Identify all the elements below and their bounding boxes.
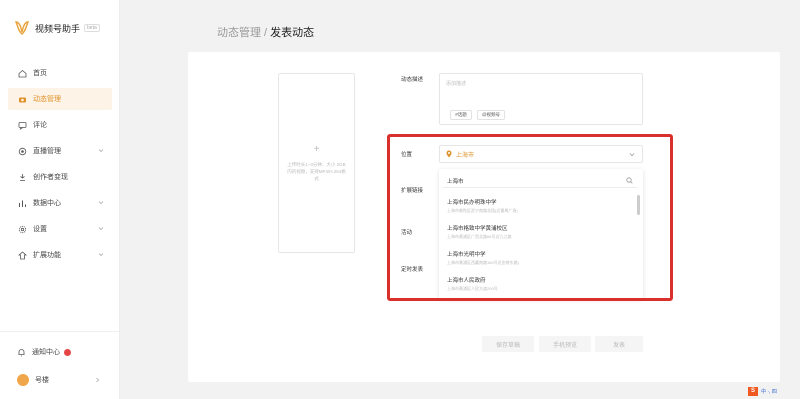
sidebar-item-label: 数据中心 — [33, 200, 61, 207]
plus-icon: + — [313, 144, 320, 155]
sidebar-nav: 首页 动态管理 评论 直播管理 创作者变现 数据中心 设置 扩展功能 — [8, 62, 112, 270]
save-draft-button[interactable]: 保存草稿 — [482, 336, 534, 352]
sidebar-bottom: 通知中心 号楼 — [8, 341, 112, 397]
sidebar-item-live[interactable]: 直播管理 — [8, 140, 112, 162]
extension-icon — [17, 250, 27, 260]
notification-badge — [64, 348, 71, 356]
gear-icon — [17, 224, 27, 234]
sidebar-item-settings[interactable]: 设置 — [8, 218, 112, 240]
breadcrumb-parent[interactable]: 动态管理 — [217, 27, 261, 39]
upload-hint: 上传时长1~3分钟、大小 2GB 内的视频，支持MP4/H.264格式 — [287, 162, 346, 181]
sidebar-item-data[interactable]: 数据中心 — [8, 192, 112, 214]
account-label: 号楼 — [35, 377, 49, 384]
publish-button[interactable]: 发表 — [595, 336, 643, 352]
app-logo[interactable]: 视频号助手 beta — [14, 21, 100, 35]
video-upload-area[interactable]: + 上传时长1~3分钟、大小 2GB 内的视频，支持MP4/H.264格式 — [278, 73, 355, 253]
topic-chip-button[interactable]: #话题 — [450, 110, 472, 120]
sidebar-item-label: 首页 — [33, 70, 47, 77]
app-title: 视频号助手 — [35, 23, 81, 34]
sidebar-item-label: 创作者变现 — [33, 174, 68, 181]
home-icon — [17, 68, 27, 78]
highlight-box — [387, 134, 673, 301]
sidebar-item-label: 动态管理 — [33, 96, 61, 103]
ime-indicator: S 中 ·, 四 — [748, 386, 777, 396]
sidebar-divider — [0, 331, 120, 332]
chevron-right-icon — [96, 377, 100, 383]
sidebar-item-label: 评论 — [33, 122, 47, 129]
sidebar-item-label: 设置 — [33, 226, 47, 233]
ime-status-text: 中 ·, 四 — [761, 388, 777, 395]
sidebar-item-home[interactable]: 首页 — [8, 62, 112, 84]
phone-preview-button[interactable]: 手机预览 — [539, 336, 591, 352]
mention-chip-button[interactable]: @视频号 — [477, 110, 505, 120]
sidebar-item-comments[interactable]: 评论 — [8, 114, 112, 136]
monetize-icon — [17, 172, 27, 182]
sidebar-item-extensions[interactable]: 扩展功能 — [8, 244, 112, 266]
bell-icon — [17, 348, 26, 357]
butterfly-logo-icon — [14, 21, 30, 35]
breadcrumb-separator: / — [261, 27, 271, 39]
live-icon — [17, 146, 27, 156]
beta-badge: beta — [84, 24, 100, 32]
avatar — [17, 374, 29, 386]
camera-icon — [17, 94, 27, 104]
chart-icon — [17, 198, 27, 208]
breadcrumb: 动态管理 / 发表动态 — [217, 24, 314, 40]
chevron-down-icon — [98, 227, 104, 231]
sidebar: 视频号助手 beta 首页 动态管理 评论 直播管理 创作者变现 数据中心 设置… — [0, 0, 120, 399]
notification-center[interactable]: 通知中心 — [8, 341, 112, 363]
sidebar-item-posts[interactable]: 动态管理 — [8, 88, 112, 110]
sidebar-item-monetize[interactable]: 创作者变现 — [8, 166, 112, 188]
desc-placeholder: 添加描述 — [446, 81, 467, 87]
sidebar-item-label: 直播管理 — [33, 148, 61, 155]
sogou-ime-icon: S — [748, 386, 758, 396]
comment-icon — [17, 120, 27, 130]
chevron-down-icon — [98, 149, 104, 153]
chevron-down-icon — [98, 201, 104, 205]
chevron-down-icon — [98, 253, 104, 257]
page-title: 发表动态 — [270, 27, 315, 39]
sidebar-item-label: 扩展功能 — [33, 252, 61, 259]
description-textarea[interactable]: 添加描述 #话题 @视频号 — [439, 73, 643, 125]
account-menu[interactable]: 号楼 — [8, 369, 112, 391]
notification-label: 通知中心 — [32, 349, 60, 356]
desc-label: 动态描述 — [401, 77, 424, 83]
